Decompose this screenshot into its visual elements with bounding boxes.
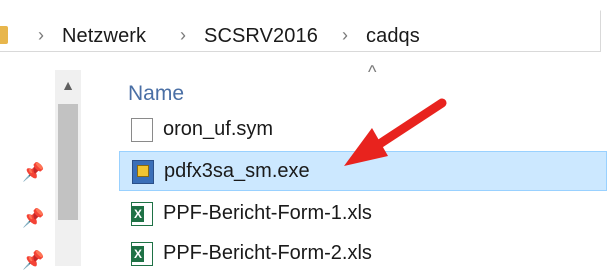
annotation-arrow: [344, 98, 447, 166]
